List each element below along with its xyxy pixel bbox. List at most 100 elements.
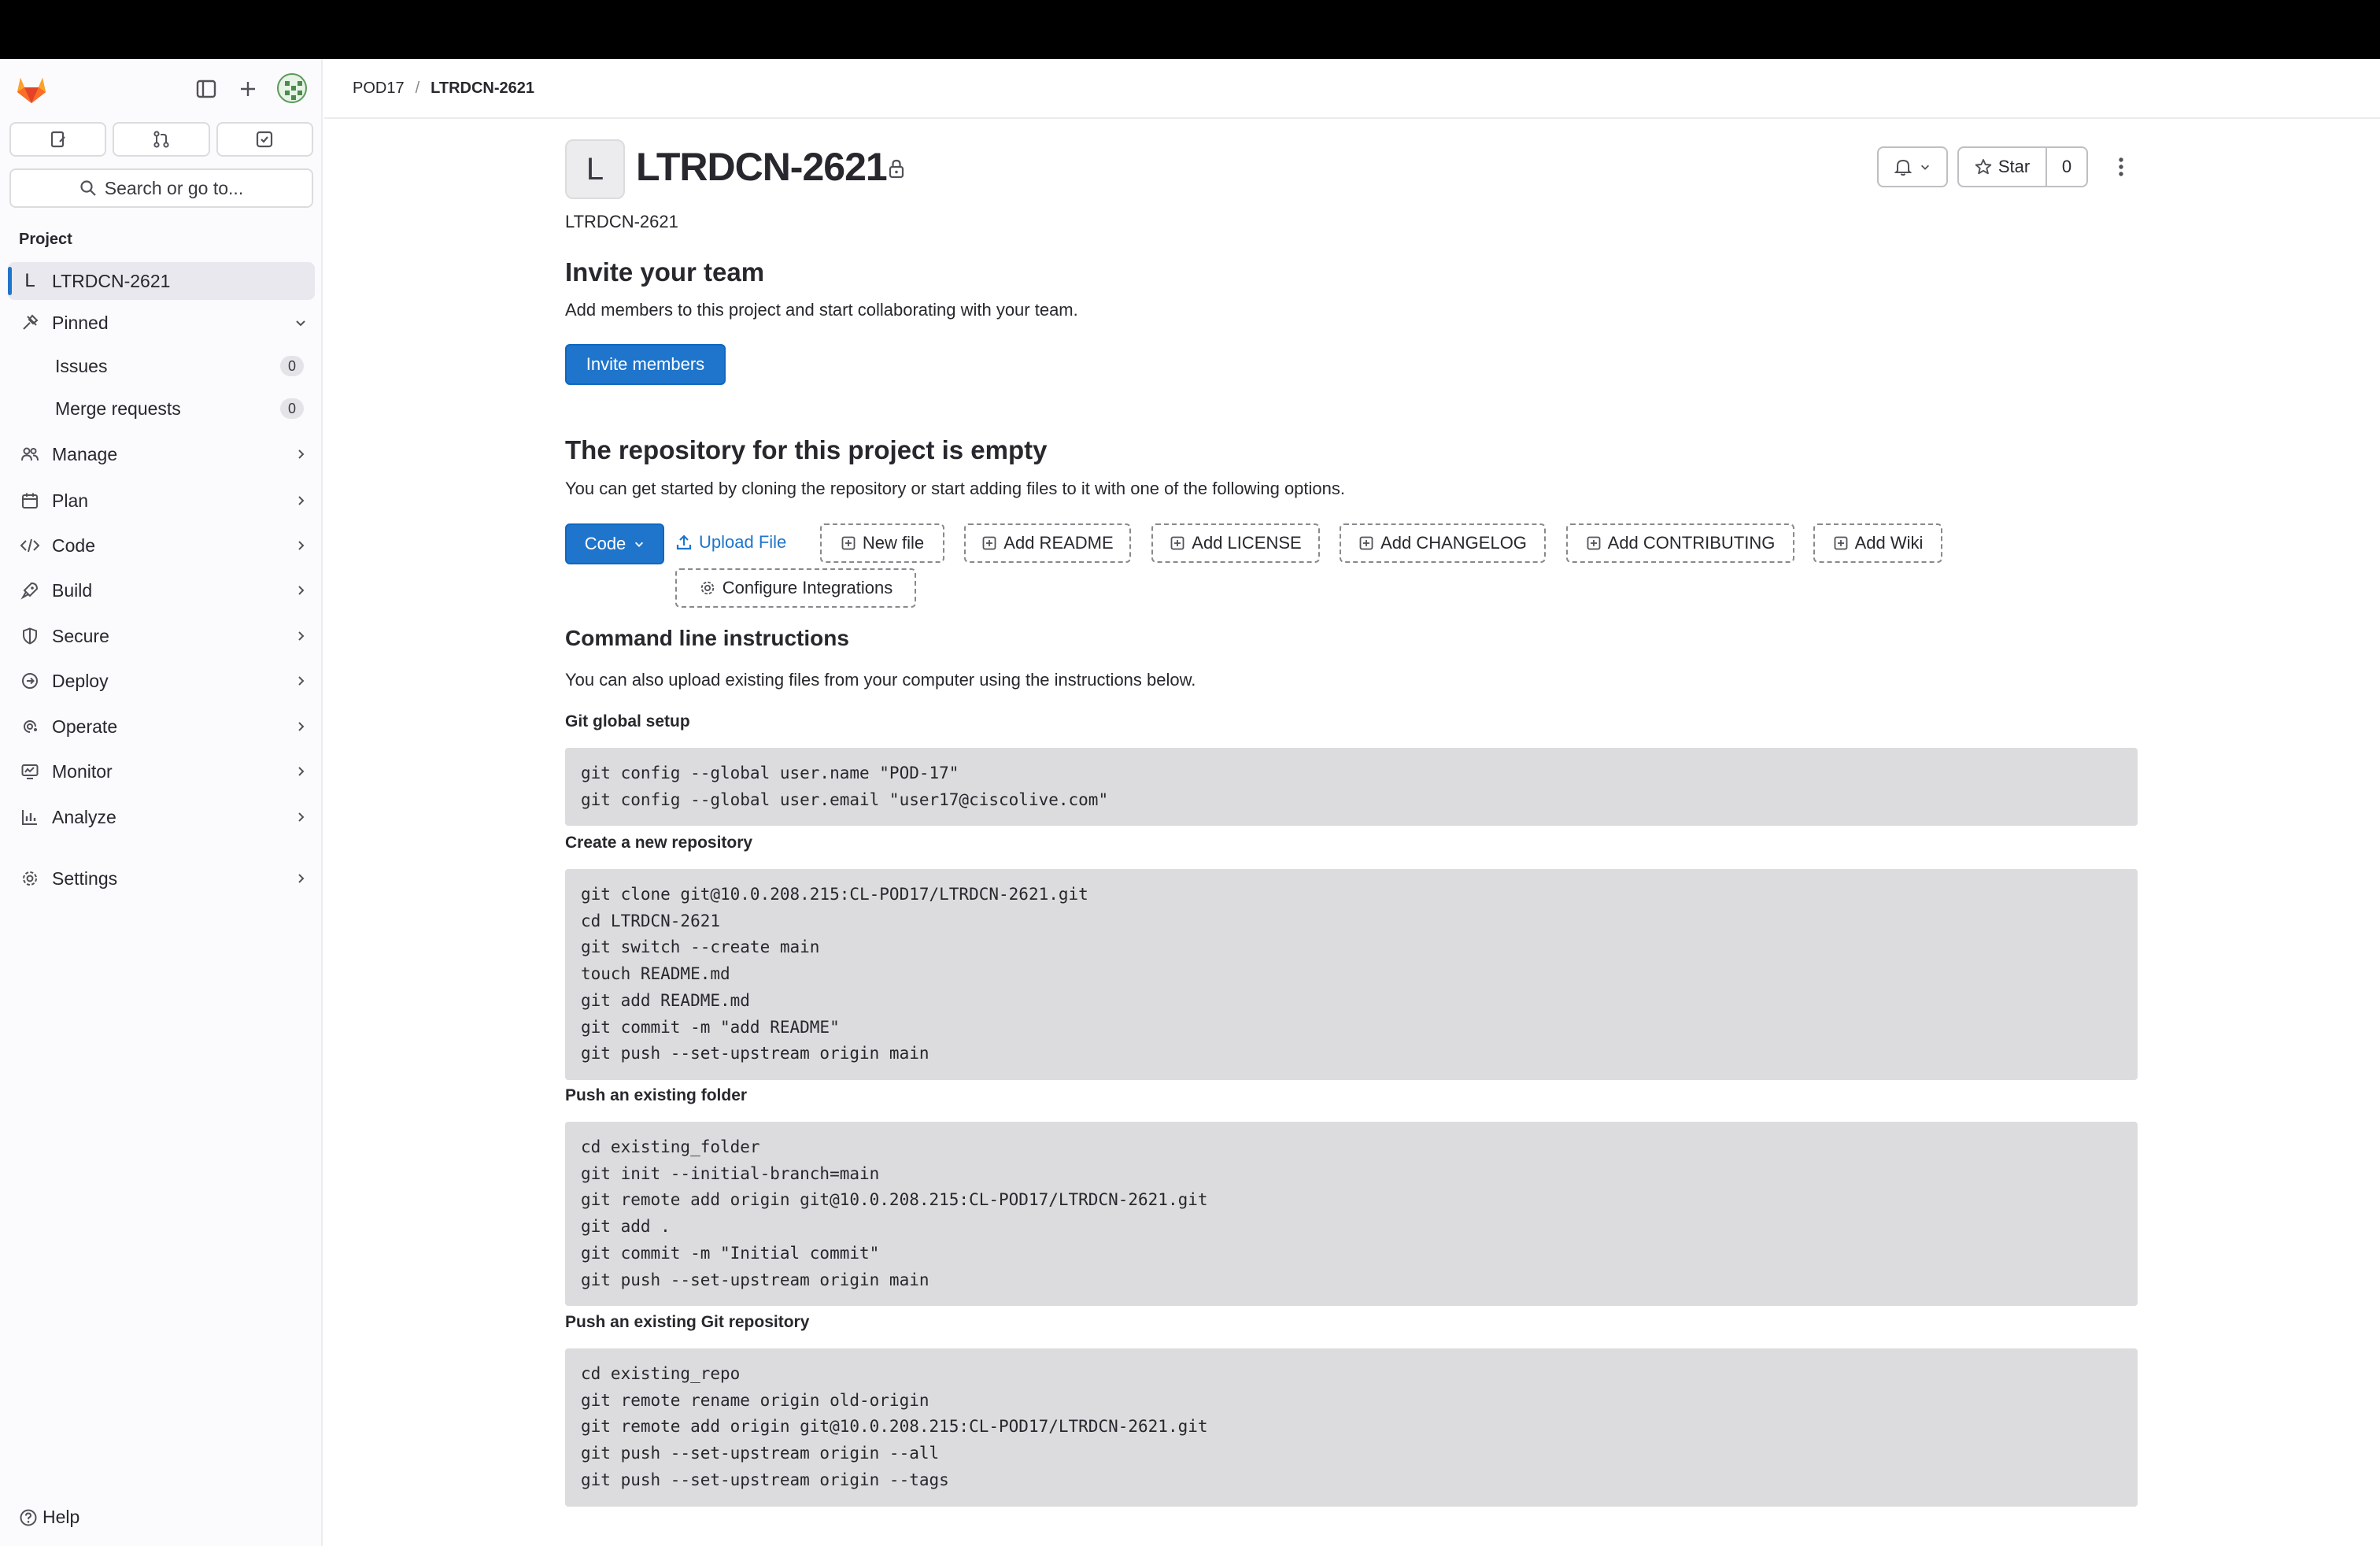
sidebar-item-analyze[interactable]: Analyze (8, 798, 315, 836)
invite-members-button[interactable]: Invite members (565, 344, 726, 385)
action-label: Add README (1003, 533, 1114, 553)
file-add-icon (1170, 536, 1184, 550)
code-line: cd existing_repo (581, 1364, 741, 1383)
sidebar-item-monitor[interactable]: Monitor (8, 753, 315, 790)
sidebar-nav-label: Code (52, 534, 95, 556)
star-label: Star (1998, 157, 2031, 176)
settings-icon (700, 581, 715, 595)
issues-count-badge: 0 (280, 356, 304, 376)
chevron-down-icon (296, 320, 305, 327)
sidebar-item-pinned[interactable]: Pinned (8, 304, 315, 342)
top-breadcrumb-bar: POD17 / LTRDCN-2621 (324, 59, 2380, 119)
chevron-right-icon (298, 586, 305, 595)
monitor-icon (8, 762, 52, 781)
add-changelog-button[interactable]: Add CHANGELOG (1340, 523, 1546, 563)
upload-icon (676, 534, 692, 550)
user-avatar[interactable] (277, 73, 307, 103)
chevron-right-icon (298, 722, 305, 731)
push-an-existing-git-repository-code-block[interactable]: cd existing_repo git remote rename origin… (565, 1348, 2138, 1507)
star-button[interactable]: Star (1957, 146, 2047, 187)
merge-requests-count-badge: 0 (280, 398, 304, 419)
push-an-existing-git-repository-title: Push an existing Git repository (565, 1313, 810, 1331)
todo-list-button[interactable] (216, 122, 313, 157)
window-top-bar (0, 0, 2380, 59)
kebab-menu-icon (2119, 157, 2123, 176)
breadcrumb-group-link[interactable]: POD17 (353, 80, 405, 98)
lock-icon (889, 159, 904, 179)
empty-repo-heading: The repository for this project is empty (565, 435, 1048, 464)
star-count[interactable]: 0 (2047, 146, 2088, 187)
chevron-right-icon (298, 874, 305, 883)
code-line: git add README.md (581, 990, 750, 1010)
plus-icon[interactable] (234, 75, 262, 103)
sidebar-item-code[interactable]: Code (8, 527, 315, 564)
sidebar-item-manage[interactable]: Manage (8, 435, 315, 473)
new-file-button[interactable]: New file (820, 523, 944, 563)
invite-heading: Invite your team (565, 257, 765, 287)
todo-icon (257, 131, 273, 148)
chevron-right-icon (298, 812, 305, 822)
sidebar-item-deploy[interactable]: Deploy (8, 662, 315, 700)
git-global-setup-code-block[interactable]: git config --global user.name "POD-17" gi… (565, 748, 2138, 827)
code-button-label: Code (584, 534, 626, 553)
star-button-group: Star 0 (1957, 146, 2088, 187)
users-icon (8, 445, 52, 464)
sidebar-item-merge-requests[interactable]: Merge requests 0 (8, 390, 315, 427)
breadcrumb-project-link[interactable]: LTRDCN-2621 (431, 80, 534, 98)
sidebar-merge-requests-label: Merge requests (55, 398, 181, 419)
create-a-new-repository-code-block[interactable]: git clone git@10.0.208.215:CL-POD17/LTRD… (565, 869, 2138, 1080)
sidebar-pinned-label: Pinned (52, 312, 109, 333)
add-contributing-button[interactable]: Add CONTRIBUTING (1566, 523, 1794, 563)
code-line: git init --initial-branch=main (581, 1163, 880, 1183)
code-line: git remote add origin git@10.0.208.215:C… (581, 1417, 1208, 1437)
add-readme-button[interactable]: Add README (964, 523, 1131, 563)
more-actions-button[interactable] (2105, 146, 2137, 187)
breadcrumb-separator: / (415, 79, 420, 97)
sidebar-nav-label: Manage (52, 443, 118, 464)
sidebar-item-settings[interactable]: Settings (8, 860, 315, 897)
help-label: Help (42, 1507, 80, 1527)
add-wiki-button[interactable]: Add Wiki (1813, 523, 1942, 563)
add-license-button[interactable]: Add LICENSE (1151, 523, 1320, 563)
push-an-existing-folder-title: Push an existing folder (565, 1086, 748, 1104)
help-button[interactable]: Help (19, 1507, 79, 1528)
search-input[interactable]: Search or go to... (9, 168, 313, 208)
action-label: Configure Integrations (722, 578, 893, 597)
git-global-setup-title: Git global setup (565, 712, 690, 730)
sidebar-project-label: LTRDCN-2621 (52, 270, 171, 291)
chevron-down-icon (1921, 165, 1929, 170)
sidebar-item-operate[interactable]: Operate (8, 708, 315, 745)
sidebar-nav-label: Analyze (52, 806, 116, 827)
merge-requests-button[interactable] (113, 122, 210, 157)
code-line: git commit -m "Initial commit" (581, 1243, 880, 1263)
assigned-issues-button[interactable] (9, 122, 107, 157)
file-add-icon (1359, 536, 1373, 550)
configure-integrations-button[interactable]: Configure Integrations (675, 568, 916, 608)
sidebar-item-project[interactable]: L LTRDCN-2621 (8, 262, 315, 300)
deploy-icon (8, 671, 52, 690)
sidebar-nav-label: Secure (52, 625, 109, 646)
sidebar-nav-label: Operate (52, 716, 118, 737)
rocket-icon (8, 581, 52, 600)
sidebar-section-title: Project (19, 231, 72, 248)
action-label: Add Wiki (1854, 533, 1924, 553)
sidebar-item-plan[interactable]: Plan (8, 482, 315, 520)
sidebar-item-build[interactable]: Build (8, 571, 315, 609)
question-circle-icon (20, 1509, 37, 1526)
project-letter: L (24, 270, 35, 291)
upload-file-link[interactable]: Upload File (675, 527, 786, 558)
sidebar-nav-label: Deploy (52, 670, 109, 691)
action-label: Add CHANGELOG (1380, 533, 1527, 553)
gitlab-logo-icon[interactable] (14, 73, 49, 105)
push-an-existing-folder-code-block[interactable]: cd existing_folder git init --initial-bra… (565, 1122, 2138, 1307)
sidebar-item-secure[interactable]: Secure (8, 617, 315, 655)
merge-request-icon (153, 131, 169, 148)
code-line: git config --global user.email "user17@c… (581, 790, 1109, 809)
code-dropdown-button[interactable]: Code (565, 523, 664, 564)
sidebar-item-issues[interactable]: Issues 0 (8, 347, 315, 385)
chevron-down-icon (635, 542, 644, 547)
notification-settings-button[interactable] (1877, 146, 1948, 187)
action-label: Add LICENSE (1192, 533, 1302, 553)
toggle-sidebar-icon[interactable] (192, 75, 220, 103)
star-icon (1975, 159, 1992, 175)
